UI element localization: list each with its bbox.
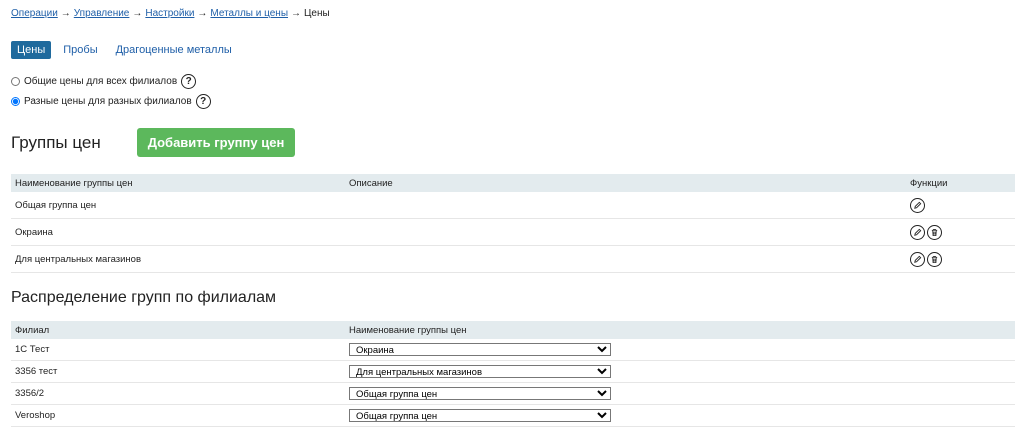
breadcrumb-link-management[interactable]: Управление bbox=[74, 8, 130, 19]
column-header-group-name: Наименование группы цен bbox=[345, 321, 1015, 339]
functions-cell bbox=[906, 218, 1015, 246]
add-price-group-button[interactable]: Добавить группу цен bbox=[137, 128, 295, 157]
column-header-description: Описание bbox=[345, 174, 906, 192]
table-row: Для центральных магазинов bbox=[11, 245, 1015, 273]
branch-cell: 1С Тест bbox=[11, 339, 345, 361]
functions-cell bbox=[906, 192, 1015, 219]
distribution-table: Филиал Наименование группы цен 1С Тест О… bbox=[11, 321, 1015, 427]
breadcrumb-separator: → bbox=[291, 8, 302, 19]
breadcrumb-current: Цены bbox=[304, 8, 330, 19]
functions-cell bbox=[906, 245, 1015, 273]
column-header-branch: Филиал bbox=[11, 321, 345, 339]
edit-pencil-icon[interactable] bbox=[910, 251, 925, 267]
tab-precious-metals[interactable]: Драгоценные металлы bbox=[110, 41, 238, 59]
table-row: Veroshop Общая группа цен bbox=[11, 404, 1015, 427]
tab-prices[interactable]: Цены bbox=[11, 41, 52, 59]
help-icon[interactable]: ? bbox=[181, 74, 197, 89]
delete-trash-icon[interactable] bbox=[927, 224, 942, 240]
table-header-row: Филиал Наименование группы цен bbox=[11, 321, 1015, 339]
edit-pencil-icon[interactable] bbox=[910, 224, 925, 240]
breadcrumb-separator: → bbox=[60, 8, 71, 19]
tab-bar: Цены Пробы Драгоценные металлы bbox=[11, 41, 244, 59]
group-select-cell: Окраина bbox=[345, 339, 1015, 361]
price-groups-table: Наименование группы цен Описание Функции… bbox=[11, 174, 1015, 273]
pricing-mode-separate-label: Разные цены для разных филиалов bbox=[24, 96, 192, 107]
group-select-cell: Общая группа цен bbox=[345, 404, 1015, 427]
breadcrumb-separator: → bbox=[197, 8, 208, 19]
pricing-mode-separate-row: Разные цены для разных филиалов ? bbox=[11, 94, 211, 109]
pricing-mode-separate-radio[interactable] bbox=[11, 97, 20, 106]
pricing-mode-common-radio[interactable] bbox=[11, 77, 20, 86]
table-row: 1С Тест Окраина bbox=[11, 339, 1015, 361]
table-row: 3356/2 Общая группа цен bbox=[11, 382, 1015, 405]
group-select-cell: Для центральных магазинов bbox=[345, 360, 1015, 383]
group-description-cell bbox=[345, 245, 906, 273]
price-group-select[interactable]: Общая группа цен bbox=[349, 387, 611, 400]
branch-cell: 3356 тест bbox=[11, 360, 345, 383]
help-icon[interactable]: ? bbox=[195, 94, 211, 109]
table-row: 3356 тест Для центральных магазинов bbox=[11, 360, 1015, 383]
tab-assays[interactable]: Пробы bbox=[57, 41, 103, 59]
pricing-mode-common-label: Общие цены для всех филиалов bbox=[24, 76, 178, 87]
price-groups-title: Группы цен bbox=[11, 133, 101, 152]
table-row: Общая группа цен bbox=[11, 192, 1015, 219]
table-header-row: Наименование группы цен Описание Функции bbox=[11, 174, 1015, 192]
distribution-title: Распределение групп по филиалам bbox=[11, 289, 277, 306]
group-description-cell bbox=[345, 218, 906, 246]
group-select-cell: Общая группа цен bbox=[345, 382, 1015, 405]
delete-trash-icon[interactable] bbox=[927, 251, 942, 267]
breadcrumb: Операции → Управление → Настройки → Металлы и … bbox=[11, 8, 330, 19]
branch-cell: Veroshop bbox=[11, 404, 345, 427]
edit-pencil-icon[interactable] bbox=[910, 197, 925, 213]
column-header-functions: Функции bbox=[906, 174, 1015, 192]
group-name-cell: Общая группа цен bbox=[11, 192, 345, 219]
branch-cell: 3356/2 bbox=[11, 382, 345, 405]
price-group-select[interactable]: Для центральных магазинов bbox=[349, 365, 611, 378]
price-group-select[interactable]: Общая группа цен bbox=[349, 409, 611, 422]
breadcrumb-separator: → bbox=[132, 8, 143, 19]
table-row: Окраина bbox=[11, 218, 1015, 246]
breadcrumb-link-operations[interactable]: Операции bbox=[11, 8, 58, 19]
group-description-cell bbox=[345, 192, 906, 219]
column-header-group-name: Наименование группы цен bbox=[11, 174, 345, 192]
price-group-select[interactable]: Окраина bbox=[349, 343, 611, 356]
pricing-mode-common-row: Общие цены для всех филиалов ? bbox=[11, 74, 197, 89]
group-name-cell: Окраина bbox=[11, 218, 345, 246]
group-name-cell: Для центральных магазинов bbox=[11, 245, 345, 273]
breadcrumb-link-metals-prices[interactable]: Металлы и цены bbox=[210, 8, 288, 19]
breadcrumb-link-settings[interactable]: Настройки bbox=[145, 8, 194, 19]
